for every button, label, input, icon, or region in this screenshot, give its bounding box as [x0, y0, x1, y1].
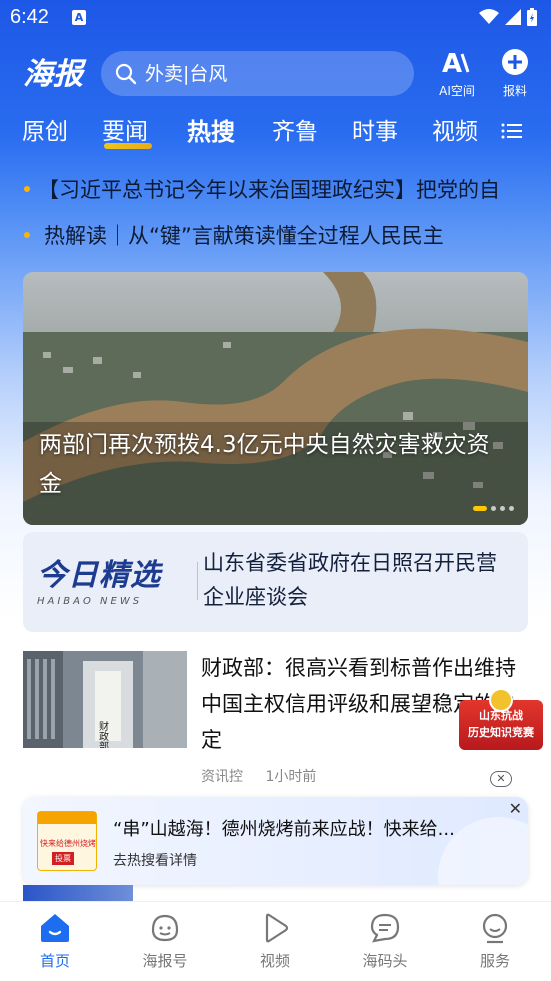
ticker-text: 热解读｜从“键”言献策读懂全过程人民民主	[44, 224, 444, 248]
today-pick-brand-main: 今日精选	[37, 558, 161, 593]
tab-current-affairs[interactable]: 时事	[352, 112, 398, 146]
hero-carousel[interactable]: 两部门再次预拨4.3亿元中央自然灾害救灾资金	[23, 272, 528, 525]
today-pick-brand-sub: HAIBAO NEWS	[37, 596, 143, 607]
ai-space-button[interactable]: A AI空间	[430, 48, 484, 99]
wifi-icon	[479, 9, 499, 24]
channel-tabs: 原创 要闻 热搜 齐鲁 时事 视频	[0, 108, 551, 152]
ticker-text: 【习近平总书记今年以来治国理政纪实】把党的自	[38, 178, 500, 202]
channel-menu-icon[interactable]	[501, 122, 523, 140]
bottom-navigation: 首页 海报号 视频 海码头 服务	[0, 901, 551, 981]
hero-title: 两部门再次预拨4.3亿元中央自然灾害救灾资金	[39, 432, 490, 497]
headline-ticker-item[interactable]: 热解读｜从“键”言献策读懂全过程人民民主	[0, 220, 551, 250]
nav-home[interactable]: 首页	[0, 912, 110, 971]
status-time: 6:42	[10, 6, 49, 28]
ai-glyph: A	[442, 49, 462, 76]
search-bar[interactable]	[101, 51, 414, 96]
image-caption: 快来给德州烧烤	[40, 839, 96, 848]
report-button[interactable]: 报料	[488, 48, 542, 99]
tab-qilu[interactable]: 齐鲁	[272, 112, 318, 146]
tab-headlines[interactable]: 要闻	[102, 112, 148, 146]
carousel-indicator	[473, 506, 514, 511]
today-pick-brand: 今日精选 HAIBAO NEWS	[37, 550, 187, 614]
bullet-icon	[24, 186, 30, 192]
thumb-sign-text: 财政部	[97, 720, 109, 748]
ai-space-label: AI空间	[439, 84, 475, 98]
nav-service[interactable]: 服务	[440, 912, 550, 971]
logo-mark: 海报	[23, 57, 87, 92]
divider	[197, 562, 198, 600]
nav-service-label: 服务	[479, 952, 510, 970]
plus-circle-icon	[502, 49, 528, 75]
ai-icon: A	[442, 49, 470, 79]
bullet-icon	[24, 232, 30, 238]
tab-original[interactable]: 原创	[22, 112, 68, 146]
close-icon[interactable]: ✕	[509, 799, 522, 818]
promo-close-icon[interactable]: ✕	[490, 771, 512, 787]
report-label: 报料	[502, 84, 527, 98]
status-bar: 6:42 A	[0, 0, 551, 36]
news-meta: 资讯控 1小时前	[201, 766, 334, 786]
hot-banner-title: “串”山越海！德州烧烤前来应战！快来给...	[113, 819, 455, 840]
news-time: 1小时前	[265, 769, 317, 785]
home-icon	[41, 914, 69, 942]
signal-icon	[505, 9, 521, 25]
system-icons	[479, 8, 537, 26]
chat-icon	[370, 913, 400, 943]
nav-video-label: 视频	[259, 952, 290, 970]
tab-video[interactable]: 视频	[432, 112, 478, 146]
today-pick-title: 山东省委省政府在日照召开民营企业座谈会	[203, 551, 497, 609]
haibao-logo[interactable]: 海报	[22, 52, 88, 92]
nav-haimatou[interactable]: 海码头	[330, 912, 440, 971]
nav-home-label: 首页	[39, 952, 70, 970]
today-pick-card[interactable]: 今日精选 HAIBAO NEWS 山东省委省政府在日照召开民营企业座谈会	[23, 532, 528, 632]
carousel-dot-active	[473, 506, 487, 511]
carousel-dot	[491, 506, 496, 511]
nav-haibao-account-label: 海报号	[142, 952, 188, 970]
carousel-dot	[509, 506, 514, 511]
image-vote-tag: 投票	[52, 852, 74, 865]
play-icon	[265, 913, 289, 943]
promo-line2: 历史知识竞赛	[468, 726, 534, 739]
headline-ticker-item[interactable]: 【习近平总书记今年以来治国理政纪实】把党的自	[0, 174, 551, 204]
logo-text: 海报	[23, 57, 87, 92]
promo-emblem-icon	[489, 688, 513, 712]
search-input[interactable]	[145, 62, 385, 85]
notification-app-icon: A	[72, 10, 86, 25]
smile-icon	[151, 914, 179, 942]
nav-video[interactable]: 视频	[220, 912, 330, 971]
nav-haimatou-label: 海码头	[362, 952, 408, 970]
floating-promo[interactable]: 山东抗战 历史知识竞赛	[459, 688, 543, 750]
nav-haibao-account[interactable]: 海报号	[110, 912, 220, 971]
news-source: 资讯控	[201, 769, 243, 785]
service-icon	[482, 913, 508, 944]
battery-icon	[527, 8, 537, 26]
hot-search-banner[interactable]: 快来给德州烧烤 投票 “串”山越海！德州烧烤前来应战！快来给... 去热搜看详情…	[23, 797, 528, 885]
news-thumbnail[interactable]: 财政部	[23, 651, 187, 748]
hot-banner-subtitle: 去热搜看详情	[113, 853, 197, 869]
news-thumb-image: 财政部	[23, 651, 187, 748]
hot-banner-image: 快来给德州烧烤 投票	[37, 811, 97, 871]
search-icon	[115, 63, 137, 84]
tab-hot-search[interactable]: 热搜	[187, 112, 235, 147]
image-header-bar	[38, 812, 96, 824]
carousel-dot	[500, 506, 505, 511]
